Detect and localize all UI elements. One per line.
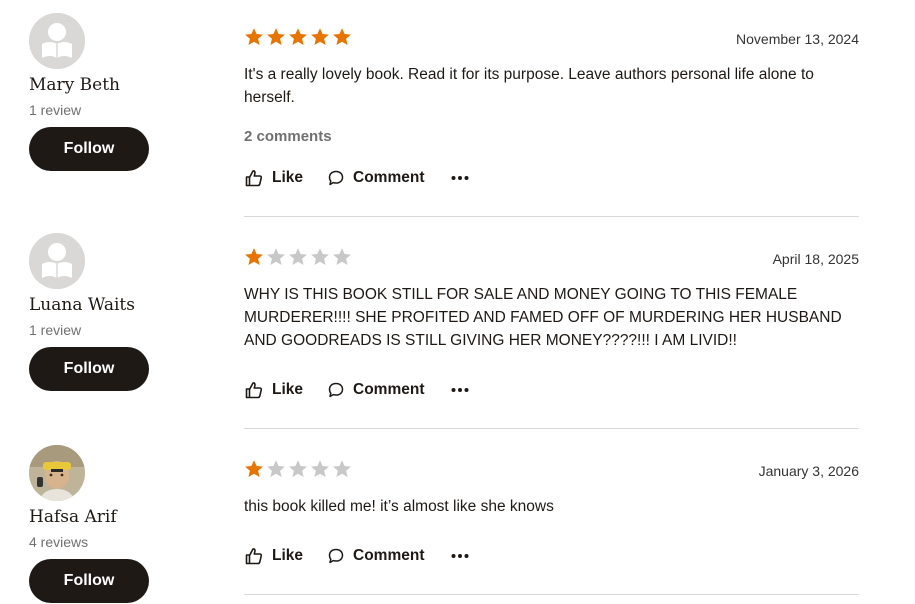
- thumbs-up-icon: [245, 548, 263, 565]
- star-filled-icon: [311, 28, 329, 45]
- star-empty-icon: [333, 248, 351, 265]
- review-divider: [244, 594, 859, 595]
- comment-button[interactable]: Comment: [327, 381, 425, 399]
- review-actions: Like Comment: [244, 166, 477, 190]
- star-filled-icon: [245, 248, 263, 265]
- reviewer-review-count: 1 review: [29, 322, 82, 338]
- review-text: WHY IS THIS BOOK STILL FOR SALE AND MONE…: [244, 286, 842, 349]
- review-actions: Like Comment: [244, 544, 477, 568]
- star-empty-icon: [311, 248, 329, 265]
- star-rating: [244, 247, 352, 267]
- star-empty-icon: [289, 248, 307, 265]
- ellipsis-icon: [451, 388, 468, 392]
- more-options-button[interactable]: [451, 175, 477, 181]
- default-profile-reader-icon[interactable]: [29, 13, 85, 69]
- like-button[interactable]: Like: [244, 546, 303, 566]
- reviewer-review-count: 4 reviews: [29, 534, 89, 550]
- star-filled-icon: [245, 460, 263, 477]
- thumbs-up-icon: [245, 170, 263, 187]
- review-text: this book killed me! it’s almost like sh…: [244, 498, 554, 515]
- like-label: Like: [272, 381, 304, 398]
- review-divider: [244, 428, 859, 429]
- star-empty-icon: [333, 460, 351, 477]
- like-button[interactable]: Like: [244, 168, 303, 188]
- reviewer-name[interactable]: Luana Waits: [29, 295, 135, 315]
- reviewer-name[interactable]: Hafsa Arif: [29, 507, 117, 527]
- like-label: Like: [272, 547, 304, 564]
- star-empty-icon: [289, 460, 307, 477]
- comment-label: Comment: [353, 547, 425, 564]
- review-divider: [244, 216, 859, 217]
- more-options-button[interactable]: [451, 387, 477, 393]
- star-filled-icon: [267, 28, 285, 45]
- comment-button[interactable]: Comment: [327, 169, 425, 187]
- star-empty-icon: [311, 460, 329, 477]
- star-filled-icon: [245, 28, 263, 45]
- star-empty-icon: [267, 460, 285, 477]
- star-filled-icon: [333, 28, 351, 45]
- like-button[interactable]: Like: [244, 380, 303, 400]
- comment-bubble-icon: [328, 170, 344, 186]
- star-rating: [244, 459, 352, 479]
- ellipsis-icon: [451, 554, 468, 558]
- follow-button[interactable]: Follow: [29, 559, 149, 603]
- default-profile-reader-icon[interactable]: [29, 233, 85, 289]
- comment-button[interactable]: Comment: [327, 547, 425, 565]
- follow-button[interactable]: Follow: [29, 127, 149, 171]
- more-options-button[interactable]: [451, 553, 477, 559]
- reviewer-name[interactable]: Mary Beth: [29, 75, 120, 95]
- comment-label: Comment: [353, 169, 425, 186]
- star-filled-icon: [289, 28, 307, 45]
- thumbs-up-icon: [245, 382, 263, 399]
- review-text: It's a really lovely book. Read it for i…: [244, 66, 814, 106]
- review-date[interactable]: November 13, 2024: [736, 31, 859, 47]
- review-actions: Like Comment: [244, 378, 477, 402]
- ellipsis-icon: [451, 176, 468, 180]
- like-label: Like: [272, 169, 304, 186]
- star-rating: [244, 27, 352, 47]
- user-photo-avatar[interactable]: [29, 445, 85, 501]
- comments-link[interactable]: 2 comments: [244, 128, 332, 145]
- comment-label: Comment: [353, 381, 425, 398]
- star-empty-icon: [267, 248, 285, 265]
- review-date[interactable]: April 18, 2025: [773, 251, 859, 267]
- comment-bubble-icon: [328, 548, 344, 564]
- reviewer-review-count: 1 review: [29, 102, 82, 118]
- follow-button[interactable]: Follow: [29, 347, 149, 391]
- comment-bubble-icon: [328, 382, 344, 398]
- review-date[interactable]: January 3, 2026: [759, 463, 859, 479]
